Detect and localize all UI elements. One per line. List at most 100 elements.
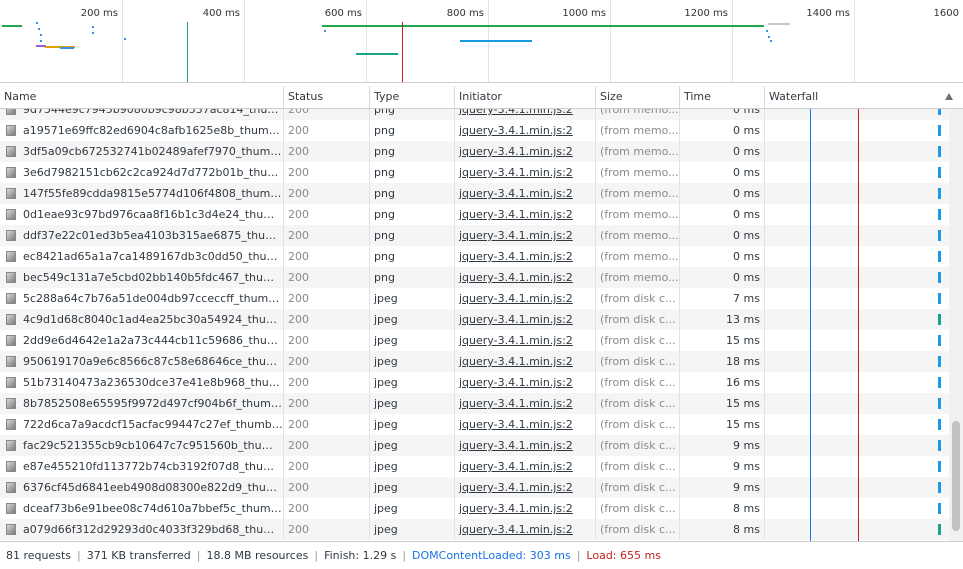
request-name[interactable]: 950619170a9e6c8566c87c58e68646ce_thumb..… — [23, 355, 283, 368]
table-row[interactable]: bec549c131a7e5cbd02bb140b5fdc467_thumb..… — [0, 267, 963, 288]
request-name[interactable]: 4c9d1d68c8040c1ad4ea25bc30a54924_thumb..… — [23, 313, 283, 326]
table-row[interactable]: 9d7544e9c7945b9080b9c98b537ac814_thumb..… — [0, 109, 963, 120]
column-header-size[interactable]: Size — [596, 86, 680, 108]
initiator-link[interactable]: jquery-3.4.1.min.js:2 — [459, 124, 573, 137]
request-time-cell: 8 ms — [680, 519, 765, 540]
initiator-link[interactable]: jquery-3.4.1.min.js:2 — [459, 376, 573, 389]
initiator-link[interactable]: jquery-3.4.1.min.js:2 — [459, 292, 573, 305]
request-name[interactable]: 8b7852508e65595f9972d497cf904b6f_thumb.j… — [23, 397, 283, 410]
initiator-link[interactable]: jquery-3.4.1.min.js:2 — [459, 502, 573, 515]
request-waterfall-cell — [765, 141, 963, 162]
request-name[interactable]: ec8421ad65a1a7ca1489167db3c0dd50_thumb..… — [23, 250, 283, 263]
request-type-cell: jpeg — [370, 288, 455, 309]
table-row[interactable]: 51b73140473a236530dce37e41e8b968_thumb..… — [0, 372, 963, 393]
table-row[interactable]: 0d1eae93c97bd976caa8f16b1c3d4e24_thumb..… — [0, 204, 963, 225]
request-name[interactable]: fac29c521355cb9cb10647c7c951560b_thumb.j… — [23, 439, 283, 452]
request-name-cell: 3e6d7982151cb62c2ca924d7d772b01b_thum... — [0, 162, 284, 183]
initiator-link[interactable]: jquery-3.4.1.min.js:2 — [459, 523, 573, 536]
table-row[interactable]: ec8421ad65a1a7ca1489167db3c0dd50_thumb..… — [0, 246, 963, 267]
request-status-cell: 200 — [284, 351, 370, 372]
column-header-name[interactable]: Name — [0, 86, 284, 108]
initiator-link[interactable]: jquery-3.4.1.min.js:2 — [459, 187, 573, 200]
column-header-time[interactable]: Time — [680, 86, 765, 108]
overview-tick-label: 1400 ms — [806, 8, 850, 19]
table-row[interactable]: 3e6d7982151cb62c2ca924d7d772b01b_thum...… — [0, 162, 963, 183]
initiator-link[interactable]: jquery-3.4.1.min.js:2 — [459, 355, 573, 368]
initiator-link[interactable]: jquery-3.4.1.min.js:2 — [459, 460, 573, 473]
request-name[interactable]: 2dd9e6d4642e1a2a73c444cb11c59686_thumb..… — [23, 334, 283, 347]
initiator-link[interactable]: jquery-3.4.1.min.js:2 — [459, 481, 573, 494]
request-size-cell: (from disk c... — [596, 393, 680, 414]
sort-ascending-icon[interactable] — [945, 93, 953, 100]
column-header-waterfall[interactable]: Waterfall — [765, 86, 963, 108]
request-initiator-cell: jquery-3.4.1.min.js:2 — [455, 225, 596, 246]
request-name-cell: 950619170a9e6c8566c87c58e68646ce_thumb..… — [0, 351, 284, 372]
initiator-link[interactable]: jquery-3.4.1.min.js:2 — [459, 418, 573, 431]
table-row[interactable]: a079d66f312d29293d0c4033f329bd68_thumb..… — [0, 519, 963, 540]
table-row[interactable]: dceaf73b6e91bee08c74d610a7bbef5c_thumb..… — [0, 498, 963, 519]
table-row[interactable]: 8b7852508e65595f9972d497cf904b6f_thumb.j… — [0, 393, 963, 414]
initiator-link[interactable]: jquery-3.4.1.min.js:2 — [459, 250, 573, 263]
request-name[interactable]: a079d66f312d29293d0c4033f329bd68_thumb..… — [23, 523, 283, 536]
image-file-icon — [6, 314, 16, 325]
table-row[interactable]: 722d6ca7a9acdcf15acfac99447c27ef_thumb.j… — [0, 414, 963, 435]
request-name[interactable]: a19571e69ffc82ed6904c8afb1625e8b_thumb.p… — [23, 124, 283, 137]
request-time-cell: 0 ms — [680, 183, 765, 204]
initiator-link[interactable]: jquery-3.4.1.min.js:2 — [459, 313, 573, 326]
overview-request-dot — [770, 40, 772, 42]
table-header: Name Status Type Initiator Size Time Wat… — [0, 86, 963, 109]
request-name[interactable]: ddf37e22c01ed3b5ea4103b315ae6875_thumb..… — [23, 229, 283, 242]
request-name[interactable]: dceaf73b6e91bee08c74d610a7bbef5c_thumb..… — [23, 502, 283, 515]
initiator-link[interactable]: jquery-3.4.1.min.js:2 — [459, 145, 573, 158]
request-type-cell: jpeg — [370, 309, 455, 330]
request-time-cell: 0 ms — [680, 109, 765, 120]
request-name[interactable]: 6376cf45d6841eeb4908d08300e822d9_thumb..… — [23, 481, 283, 494]
scrollbar-thumb[interactable] — [952, 421, 960, 531]
request-waterfall-cell — [765, 435, 963, 456]
request-size-cell: (from disk c... — [596, 456, 680, 477]
request-name[interactable]: 5c288a64c7b76a51de004db97cceccff_thumb.j… — [23, 292, 283, 305]
request-name-cell: 3df5a09cb672532741b02489afef7970_thumb..… — [0, 141, 284, 162]
request-time-cell: 7 ms — [680, 288, 765, 309]
request-name[interactable]: 147f55fe89cdda9815e5774d106f4808_thumb..… — [23, 187, 283, 200]
initiator-link[interactable]: jquery-3.4.1.min.js:2 — [459, 439, 573, 452]
request-status-cell: 200 — [284, 393, 370, 414]
table-row[interactable]: 147f55fe89cdda9815e5774d106f4808_thumb..… — [0, 183, 963, 204]
request-time-cell: 0 ms — [680, 141, 765, 162]
table-row[interactable]: fac29c521355cb9cb10647c7c951560b_thumb.j… — [0, 435, 963, 456]
request-name[interactable]: 51b73140473a236530dce37e41e8b968_thumb..… — [23, 376, 283, 389]
table-row[interactable]: e87e455210fd113772b74cb3192f07d8_thumb..… — [0, 456, 963, 477]
overview-gridline — [366, 0, 367, 82]
table-row[interactable]: a19571e69ffc82ed6904c8afb1625e8b_thumb.p… — [0, 120, 963, 141]
request-waterfall-cell — [765, 519, 963, 540]
request-name[interactable]: 9d7544e9c7945b9080b9c98b537ac814_thumb..… — [23, 109, 283, 116]
request-name[interactable]: 3df5a09cb672532741b02489afef7970_thumb..… — [23, 145, 283, 158]
vertical-scrollbar[interactable] — [949, 109, 963, 541]
image-file-icon — [6, 230, 16, 241]
column-header-status[interactable]: Status — [284, 86, 370, 108]
column-header-initiator[interactable]: Initiator — [455, 86, 596, 108]
table-row[interactable]: 6376cf45d6841eeb4908d08300e822d9_thumb..… — [0, 477, 963, 498]
waterfall-bar — [938, 524, 941, 535]
initiator-link[interactable]: jquery-3.4.1.min.js:2 — [459, 229, 573, 242]
table-row[interactable]: ddf37e22c01ed3b5ea4103b315ae6875_thumb..… — [0, 225, 963, 246]
initiator-link[interactable]: jquery-3.4.1.min.js:2 — [459, 334, 573, 347]
table-row[interactable]: 5c288a64c7b76a51de004db97cceccff_thumb.j… — [0, 288, 963, 309]
initiator-link[interactable]: jquery-3.4.1.min.js:2 — [459, 271, 573, 284]
table-row[interactable]: 950619170a9e6c8566c87c58e68646ce_thumb..… — [0, 351, 963, 372]
column-header-type[interactable]: Type — [370, 86, 455, 108]
overview-timeline[interactable]: 200 ms 400 ms 600 ms 800 ms 1000 ms 1200 ms 14… — [0, 0, 963, 83]
request-name[interactable]: e87e455210fd113772b74cb3192f07d8_thumb..… — [23, 460, 283, 473]
table-row[interactable]: 2dd9e6d4642e1a2a73c444cb11c59686_thumb..… — [0, 330, 963, 351]
request-name[interactable]: 722d6ca7a9acdcf15acfac99447c27ef_thumb.j… — [23, 418, 283, 431]
request-name[interactable]: 0d1eae93c97bd976caa8f16b1c3d4e24_thumb..… — [23, 208, 283, 221]
initiator-link[interactable]: jquery-3.4.1.min.js:2 — [459, 397, 573, 410]
table-row[interactable]: 4c9d1d68c8040c1ad4ea25bc30a54924_thumb..… — [0, 309, 963, 330]
table-row[interactable]: 3df5a09cb672532741b02489afef7970_thumb..… — [0, 141, 963, 162]
initiator-link[interactable]: jquery-3.4.1.min.js:2 — [459, 208, 573, 221]
initiator-link[interactable]: jquery-3.4.1.min.js:2 — [459, 109, 573, 116]
request-name[interactable]: 3e6d7982151cb62c2ca924d7d772b01b_thum... — [23, 166, 283, 179]
request-name-cell: 4c9d1d68c8040c1ad4ea25bc30a54924_thumb..… — [0, 309, 284, 330]
request-name[interactable]: bec549c131a7e5cbd02bb140b5fdc467_thumb..… — [23, 271, 283, 284]
initiator-link[interactable]: jquery-3.4.1.min.js:2 — [459, 166, 573, 179]
